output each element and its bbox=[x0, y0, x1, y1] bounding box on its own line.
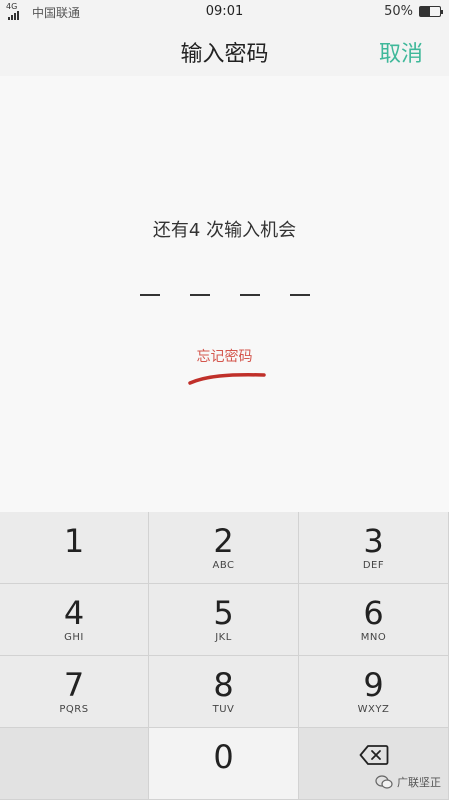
key-digit: 7 bbox=[63, 665, 85, 704]
password-screen: 4G 中国联通 09:01 50% 输入密码 取消 还有4 次输入机会 忘记密码 bbox=[0, 0, 449, 800]
attempts-remaining-text: 还有4 次输入机会 bbox=[152, 220, 297, 241]
key-7[interactable]: 7 PQRS bbox=[0, 656, 149, 728]
key-8[interactable]: 8 TUV bbox=[149, 656, 299, 728]
key-letters: ABC bbox=[212, 559, 235, 571]
status-right: 50% bbox=[384, 4, 443, 19]
battery-percent: 50% bbox=[384, 4, 413, 19]
key-digit: 6 bbox=[363, 593, 384, 632]
status-bar: 4G 中国联通 09:01 50% bbox=[0, 0, 449, 24]
key-5[interactable]: 5 JKL bbox=[149, 584, 299, 656]
nav-bar: 输入密码 取消 bbox=[0, 24, 449, 76]
watermark-text: 广联坚正 bbox=[397, 776, 441, 789]
key-letters: DEF bbox=[362, 559, 385, 571]
key-digit: 9 bbox=[363, 665, 384, 704]
key-letters: JKL bbox=[215, 631, 232, 643]
key-4[interactable]: 4 GHI bbox=[0, 584, 149, 656]
key-digit: 3 bbox=[363, 521, 384, 560]
key-letters: WXYZ bbox=[357, 703, 390, 715]
pin-input[interactable] bbox=[140, 294, 310, 296]
forgot-password-link[interactable]: 忘记密码 bbox=[0, 346, 449, 366]
cancel-button[interactable]: 取消 bbox=[379, 36, 423, 68]
status-time: 09:01 bbox=[205, 4, 244, 19]
annotation-underline-mark bbox=[188, 373, 266, 385]
key-letters: PQRS bbox=[59, 703, 89, 715]
key-digit: 4 bbox=[63, 593, 85, 632]
key-letters: MNO bbox=[360, 631, 387, 643]
key-9[interactable]: 9 WXYZ bbox=[299, 656, 449, 728]
key-digit: 1 bbox=[63, 521, 85, 560]
pin-slot bbox=[290, 294, 310, 296]
key-1[interactable]: 1 bbox=[0, 512, 149, 584]
key-2[interactable]: 2 ABC bbox=[149, 512, 299, 584]
pin-slot bbox=[240, 294, 260, 296]
key-6[interactable]: 6 MNO bbox=[299, 584, 449, 656]
backspace-icon bbox=[359, 744, 388, 765]
watermark: 广联坚正 bbox=[375, 774, 441, 790]
key-blank bbox=[0, 728, 149, 800]
key-0[interactable]: 0 bbox=[149, 728, 299, 800]
key-digit: 2 bbox=[213, 521, 234, 560]
key-letters: GHI bbox=[64, 631, 84, 643]
numeric-keypad: 1 2 ABC 3 DEF 4 GHI 5 JKL 6 MNO 7 PQRS 8 TUV 9 WXYZ 0 bbox=[0, 512, 449, 800]
key-digit: 8 bbox=[213, 665, 234, 704]
pin-slot bbox=[190, 294, 210, 296]
key-letters: TUV bbox=[212, 703, 235, 715]
key-digit: 5 bbox=[213, 593, 234, 632]
key-3[interactable]: 3 DEF bbox=[299, 512, 449, 584]
battery-icon bbox=[419, 6, 443, 17]
wechat-icon bbox=[375, 775, 393, 789]
key-digit: 0 bbox=[213, 737, 234, 776]
pin-slot bbox=[140, 294, 160, 296]
password-entry-area: 还有4 次输入机会 忘记密码 bbox=[0, 76, 449, 512]
